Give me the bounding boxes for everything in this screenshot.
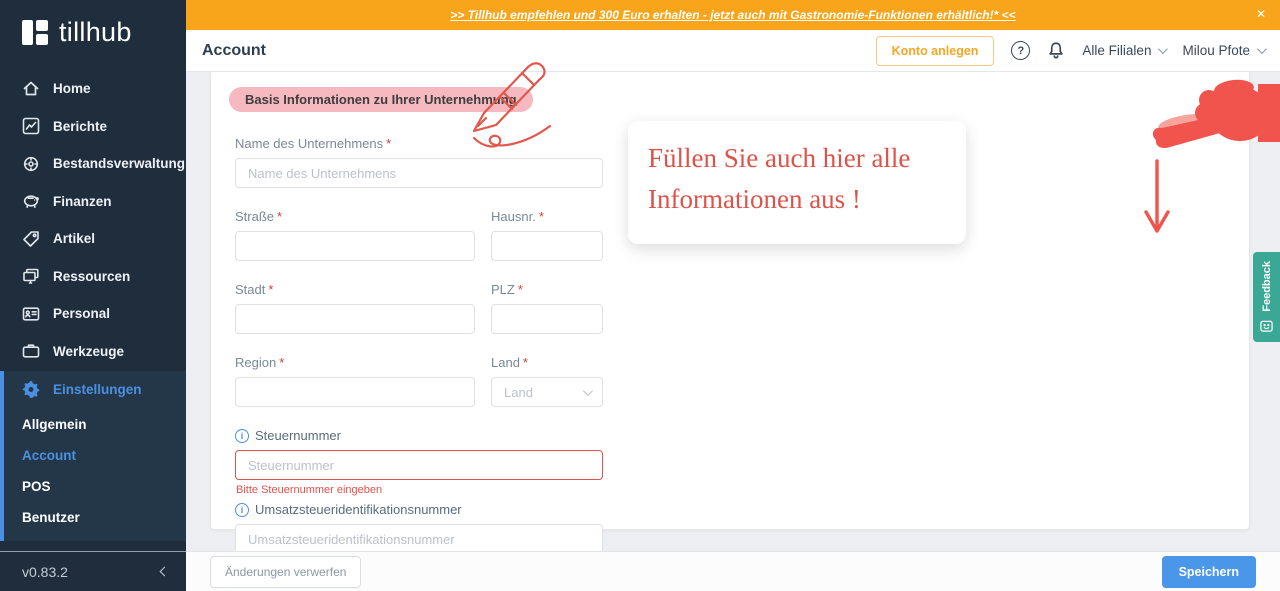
sidebar-item-bestandsverwaltung[interactable]: Bestandsverwaltung [0, 145, 186, 183]
promo-banner: >> Tillhub empfehlen und 300 Euro erhalt… [186, 0, 1280, 30]
tax-number-input[interactable] [235, 450, 603, 480]
screens-icon [23, 268, 39, 285]
page-title: Account [202, 41, 266, 59]
sidebar-item-finanzen[interactable]: Finanzen [0, 183, 186, 221]
sidebar-item-label: Home [53, 81, 91, 97]
save-button[interactable]: Speichern [1161, 555, 1256, 588]
zip-label: PLZ * [491, 282, 523, 297]
sidebar-settings-group: Einstellungen Allgemein Account POS Benu… [0, 371, 186, 541]
required-marker: * [277, 209, 283, 224]
tillhub-logo-icon [22, 19, 49, 46]
sidebar-subitem-benutzer[interactable]: Benutzer [4, 502, 186, 533]
user-menu[interactable]: Milou Pfote [1182, 43, 1267, 58]
city-label: Stadt * [235, 282, 274, 297]
discard-changes-button[interactable]: Änderungen verwerfen [210, 555, 362, 588]
sidebar-item-artikel[interactable]: Artikel [0, 220, 186, 258]
street-label: Straße * [235, 209, 283, 224]
required-marker: * [538, 209, 544, 224]
smiley-icon [1260, 320, 1273, 332]
sidebar-nav: Home Berichte Bestandsverwaltung Finanze… [0, 70, 186, 541]
sidebar-item-ressourcen[interactable]: Ressourcen [0, 258, 186, 296]
gear-icon [22, 381, 40, 399]
piggy-bank-icon [23, 195, 39, 209]
briefcase-icon [22, 344, 40, 358]
sidebar-version-bar: v0.83.2 [0, 551, 186, 591]
city-input[interactable] [235, 304, 475, 334]
required-marker: * [279, 355, 285, 370]
annotation-note-card: Füllen Sie auch hier alle Informationen … [628, 121, 966, 244]
tillhub-logo-text: tillhub [59, 17, 132, 47]
tillhub-logo[interactable]: tillhub [0, 0, 186, 48]
required-marker: * [386, 136, 392, 151]
sidebar-item-label: Personal [53, 306, 111, 322]
required-marker: * [517, 282, 523, 297]
tax-number-label: i Steuernummer [235, 428, 603, 443]
sidebar-subitem-account[interactable]: Account [4, 440, 186, 471]
sidebar-item-personal[interactable]: Personal [0, 295, 186, 333]
close-icon[interactable]: ✕ [1256, 7, 1266, 21]
collapse-sidebar-icon[interactable] [159, 566, 170, 577]
version-label: v0.83.2 [22, 563, 68, 580]
branch-selector-label: Alle Filialen [1082, 43, 1152, 58]
sidebar-item-label: Werkzeuge [53, 343, 125, 359]
header-actions: Konto anlegen ? Alle Filialen Milou Pfot… [875, 35, 1267, 66]
account-form: Name des Unternehmens* Straße* Hausnr.* [211, 136, 603, 554]
country-label: Land * [491, 355, 528, 370]
sidebar-item-label: Finanzen [53, 193, 112, 209]
feedback-tab-label: Feedback [1260, 261, 1273, 312]
sidebar-item-home[interactable]: Home [0, 70, 186, 108]
region-label: Region * [235, 355, 285, 370]
sidebar-item-label: Berichte [53, 118, 108, 134]
sidebar-item-einstellungen[interactable]: Einstellungen [4, 371, 186, 409]
chevron-down-icon [582, 385, 593, 396]
sidebar-item-berichte[interactable]: Berichte [0, 108, 186, 146]
chart-icon [22, 117, 40, 135]
info-icon[interactable]: i [235, 502, 249, 517]
required-marker: * [522, 355, 528, 370]
down-arrow-icon [1144, 159, 1170, 233]
tax-number-error: Bitte Steuernummer eingeben [236, 484, 383, 496]
chevron-down-icon [1158, 44, 1169, 55]
sidebar-item-label: Bestandsverwaltung [53, 156, 186, 172]
bell-icon[interactable] [1047, 41, 1065, 60]
chevron-down-icon [1256, 44, 1267, 55]
footer-bar: Änderungen verwerfen Speichern [186, 551, 1280, 591]
header-bar: Account Konto anlegen ? Alle Filialen Mi… [186, 30, 1280, 72]
sidebar-item-label: Artikel [53, 231, 96, 247]
sidebar-item-werkzeuge[interactable]: Werkzeuge [0, 333, 186, 371]
branch-selector[interactable]: Alle Filialen [1082, 43, 1169, 58]
user-menu-label: Milou Pfote [1182, 43, 1250, 58]
sidebar-subitem-pos[interactable]: POS [4, 471, 186, 502]
country-select-placeholder: Land [504, 384, 533, 400]
help-icon[interactable]: ? [1011, 41, 1031, 60]
zip-input[interactable] [491, 304, 603, 334]
sidebar-item-label: Ressourcen [53, 268, 131, 284]
company-name-input[interactable] [235, 158, 603, 188]
sidebar: tillhub Home Berichte Bestandsverwaltung… [0, 0, 186, 591]
region-input[interactable] [235, 377, 475, 407]
house-number-input[interactable] [491, 231, 603, 261]
info-icon[interactable]: i [235, 428, 249, 443]
annotation-note-line2: Informationen aus ! [648, 183, 861, 214]
feedback-tab[interactable]: Feedback [1253, 252, 1280, 342]
pencil-doodle-icon [472, 62, 552, 148]
house-number-label: Hausnr. * [491, 209, 544, 224]
sidebar-item-label: Einstellungen [53, 382, 142, 398]
inventory-icon [23, 156, 39, 171]
konto-anlegen-button[interactable]: Konto anlegen [875, 35, 995, 66]
id-badge-icon [22, 307, 40, 321]
pointing-hand-icon [1152, 79, 1280, 149]
required-marker: * [268, 282, 274, 297]
vat-id-input[interactable] [235, 524, 603, 554]
country-select[interactable]: Land [491, 377, 603, 407]
sidebar-subitem-allgemein[interactable]: Allgemein [4, 409, 186, 440]
vat-id-label: i Umsatzsteueridentifikationsnummer [235, 502, 603, 517]
tag-icon [23, 230, 39, 247]
home-icon [23, 81, 39, 96]
annotation-note-line1: Füllen Sie auch hier alle [648, 143, 911, 173]
promo-banner-link[interactable]: >> Tillhub empfehlen und 300 Euro erhalt… [450, 8, 1015, 22]
street-input[interactable] [235, 231, 475, 261]
